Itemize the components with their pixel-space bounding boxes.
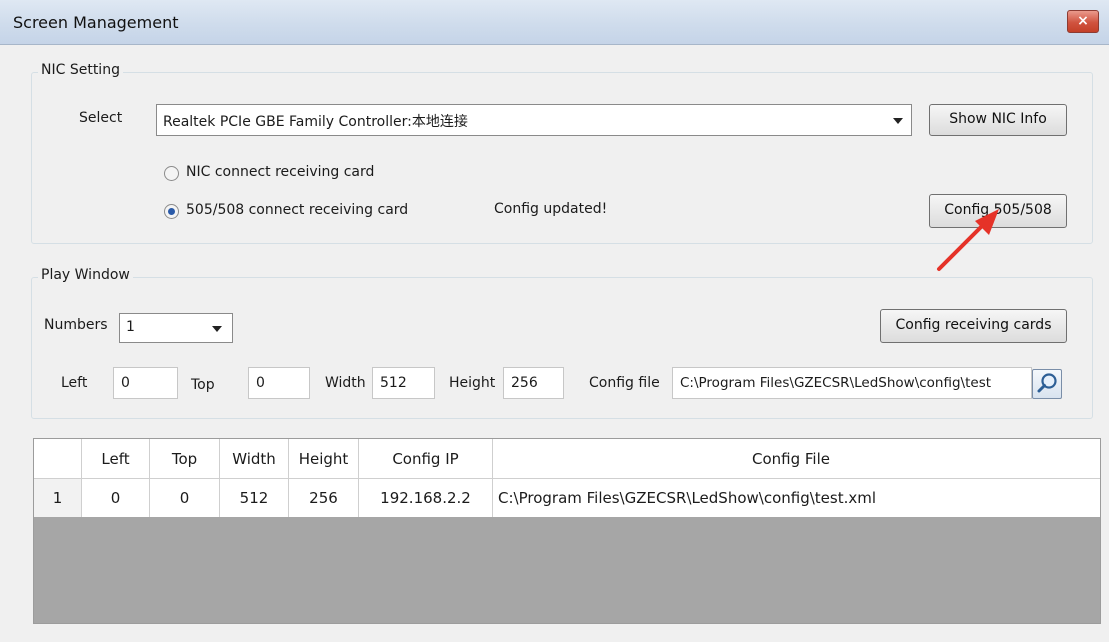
- config-file-input[interactable]: C:\Program Files\GZECSR\LedShow\config\t…: [672, 367, 1032, 399]
- nic-connect-radio[interactable]: [164, 166, 179, 181]
- nic-adapter-value: Realtek PCIe GBE Family Controller:本地连接: [163, 114, 468, 130]
- nic-connect-radio-label[interactable]: NIC connect receiving card: [186, 164, 374, 180]
- height-input[interactable]: 256: [503, 367, 564, 399]
- col-width[interactable]: Width: [220, 439, 289, 478]
- width-label: Width: [325, 375, 366, 391]
- play-window-label: Play Window: [38, 267, 133, 283]
- table-row[interactable]: 1 0 0 512 256 192.168.2.2 C:\Program Fil…: [34, 479, 1100, 517]
- browse-button[interactable]: [1032, 369, 1062, 399]
- numbers-select[interactable]: 1: [119, 313, 233, 343]
- top-label: Top: [191, 377, 215, 393]
- select-label: Select: [79, 110, 123, 126]
- config-file-value: C:\Program Files\GZECSR\LedShow\config\t…: [680, 375, 992, 391]
- top-input-value: 0: [256, 375, 265, 391]
- col-config-ip[interactable]: Config IP: [359, 439, 493, 478]
- cell-left[interactable]: 0: [82, 479, 150, 517]
- numbers-value: 1: [126, 319, 135, 335]
- cell-height[interactable]: 256: [289, 479, 359, 517]
- col-top[interactable]: Top: [150, 439, 220, 478]
- width-input[interactable]: 512: [372, 367, 435, 399]
- numbers-label: Numbers: [44, 317, 108, 333]
- 505-508-connect-radio[interactable]: [164, 204, 179, 219]
- row-number: 1: [34, 479, 82, 517]
- col-left[interactable]: Left: [82, 439, 150, 478]
- cell-width[interactable]: 512: [220, 479, 289, 517]
- cell-config-file[interactable]: C:\Program Files\GZECSR\LedShow\config\t…: [493, 479, 1100, 517]
- config-file-label: Config file: [589, 375, 660, 391]
- title-bar[interactable]: Screen Management ×: [0, 0, 1109, 45]
- magnifier-icon: [1037, 373, 1057, 393]
- show-nic-info-button[interactable]: Show NIC Info: [929, 104, 1067, 136]
- nic-adapter-select[interactable]: Realtek PCIe GBE Family Controller:本地连接: [156, 104, 912, 136]
- grid-corner: [34, 439, 82, 478]
- annotation-arrow: [937, 209, 999, 271]
- left-input[interactable]: 0: [113, 367, 178, 399]
- close-button[interactable]: ×: [1067, 10, 1099, 33]
- height-label: Height: [449, 375, 496, 391]
- config-status-text: Config updated!: [494, 201, 608, 217]
- height-input-value: 256: [511, 375, 538, 391]
- config-receiving-cards-button[interactable]: Config receiving cards: [880, 309, 1067, 343]
- cell-config-ip[interactable]: 192.168.2.2: [359, 479, 493, 517]
- screen-grid: Left Top Width Height Config IP Config F…: [33, 438, 1101, 624]
- 505-508-connect-radio-label[interactable]: 505/508 connect receiving card: [186, 202, 408, 218]
- chevron-down-icon: [893, 118, 903, 124]
- cell-top[interactable]: 0: [150, 479, 220, 517]
- nic-setting-label: NIC Setting: [38, 62, 123, 78]
- width-input-value: 512: [380, 375, 407, 391]
- window-title: Screen Management: [13, 13, 179, 32]
- grid-header: Left Top Width Height Config IP Config F…: [34, 439, 1100, 479]
- top-input[interactable]: 0: [248, 367, 310, 399]
- client-area: NIC Setting Select Realtek PCIe GBE Fami…: [11, 45, 1101, 635]
- left-label: Left: [61, 375, 88, 391]
- col-config-file[interactable]: Config File: [493, 439, 1089, 478]
- chevron-down-icon: [212, 326, 222, 332]
- screen-management-window: Screen Management × NIC Setting Select R…: [0, 0, 1109, 642]
- col-height[interactable]: Height: [289, 439, 359, 478]
- left-input-value: 0: [121, 375, 130, 391]
